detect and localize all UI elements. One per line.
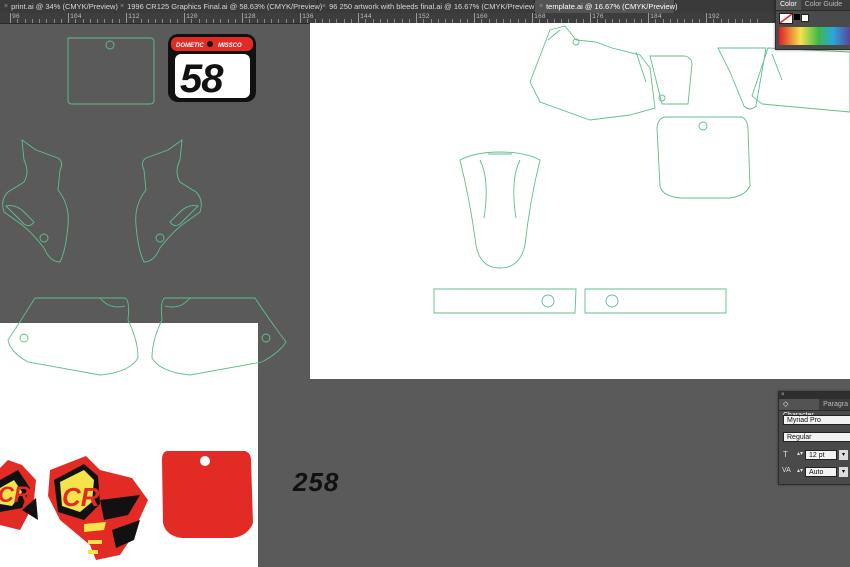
plate-number: 58	[180, 57, 224, 101]
color-panel: Color Color Guide	[775, 0, 850, 50]
white-swatch[interactable]	[801, 14, 809, 22]
number-plate-artwork: DOMETIC MISSCO 58	[168, 34, 256, 102]
side-panel-right-outline	[151, 297, 287, 376]
color-spectrum[interactable]	[779, 27, 850, 45]
rear-fender-outline	[529, 25, 656, 121]
fender-graphic-text: CR	[62, 482, 100, 512]
font-family-field[interactable]: Myriad Pro	[783, 415, 850, 425]
font-size-dropdown[interactable]: ▾	[839, 450, 848, 460]
shroud-graphic-left: CR	[0, 460, 38, 530]
panel-close-icon[interactable]: ×	[779, 392, 850, 399]
font-size-stepper[interactable]: ▴▾	[797, 450, 803, 457]
plate-sponsor-right: MISSCO	[218, 43, 242, 49]
number-plate-side-outline	[649, 55, 693, 105]
shroud-right-outline	[135, 139, 202, 263]
font-size-icon: T	[783, 450, 788, 459]
tracking-icon: VA	[782, 467, 791, 474]
front-plate-outline	[656, 116, 751, 199]
shroud-left-outline	[2, 139, 69, 263]
fork-guard-outline	[459, 151, 541, 269]
font-style-field[interactable]: Regular	[783, 432, 850, 442]
black-swatch[interactable]	[794, 14, 800, 20]
shroud-graphic-right: CR	[48, 456, 148, 560]
tab-color[interactable]: Color	[776, 0, 801, 10]
red-number-plate	[162, 451, 253, 538]
number-plate-outline	[67, 37, 155, 105]
canvas-artwork: DOMETIC MISSCO 58 258 CR CR	[0, 25, 850, 560]
tracking-field[interactable]: Auto	[805, 467, 837, 477]
character-panel: × ◇ Character Paragra Myriad Pro Regular…	[778, 391, 850, 485]
fill-none-swatch[interactable]	[779, 13, 793, 24]
svg-text:CR: CR	[0, 482, 30, 507]
font-size-field[interactable]: 12 pt	[805, 450, 837, 460]
tab-color-guide[interactable]: Color Guide	[801, 0, 846, 10]
tab-character[interactable]: ◇ Character	[779, 399, 820, 419]
tracking-stepper[interactable]: ▴▾	[797, 467, 803, 474]
swingarm-left-outline	[433, 288, 577, 314]
front-fender-outline	[717, 47, 767, 110]
loose-number: 258	[292, 467, 339, 497]
tracking-dropdown[interactable]: ▾	[839, 467, 848, 477]
tab-paragraph[interactable]: Paragra	[819, 399, 850, 410]
side-number-outline	[751, 47, 850, 113]
plate-sponsor-left: DOMETIC	[176, 43, 204, 49]
